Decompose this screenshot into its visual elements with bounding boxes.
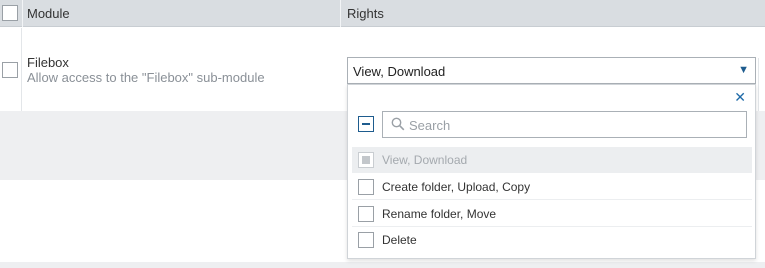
option-rename-move[interactable]: Rename folder, Move — [352, 201, 752, 227]
close-icon[interactable]: ✕ — [734, 90, 746, 104]
option-label: View, Download — [382, 153, 468, 167]
option-label: Create folder, Upload, Copy — [382, 180, 531, 194]
caret-down-icon[interactable]: ▼ — [738, 64, 749, 76]
column-header-module[interactable]: Module — [27, 6, 70, 21]
module-name: Filebox — [27, 55, 69, 70]
rights-dropdown: ✕ View, Download Create folder, Upload, … — [347, 84, 756, 259]
option-create-upload-copy[interactable]: Create folder, Upload, Copy — [352, 174, 752, 200]
option-label: Rename folder, Move — [382, 207, 497, 221]
option-view-download: View, Download — [352, 147, 752, 173]
row-divider — [21, 28, 22, 111]
rights-select-value: View, Download — [353, 64, 446, 79]
option-checkbox — [358, 152, 374, 168]
search-field[interactable] — [382, 111, 747, 138]
column-divider — [22, 0, 23, 27]
table-header: Module Rights — [0, 0, 765, 27]
option-delete[interactable]: Delete — [352, 227, 752, 253]
column-header-rights[interactable]: Rights — [347, 6, 384, 21]
option-checkbox[interactable] — [358, 232, 374, 248]
toggle-all-checkbox[interactable] — [358, 116, 374, 132]
option-label: Delete — [382, 233, 417, 247]
search-icon — [391, 117, 405, 131]
row-checkbox[interactable] — [2, 62, 18, 78]
option-checkbox[interactable] — [358, 179, 374, 195]
search-input[interactable] — [409, 116, 729, 134]
option-checkbox[interactable] — [358, 206, 374, 222]
column-divider — [340, 0, 341, 27]
row-divider — [758, 58, 759, 111]
bottom-strip — [0, 262, 765, 268]
module-description: Allow access to the "Filebox" sub-module — [27, 70, 265, 85]
select-all-checkbox[interactable] — [2, 5, 18, 21]
rights-select[interactable]: View, Download ▼ — [347, 57, 756, 84]
